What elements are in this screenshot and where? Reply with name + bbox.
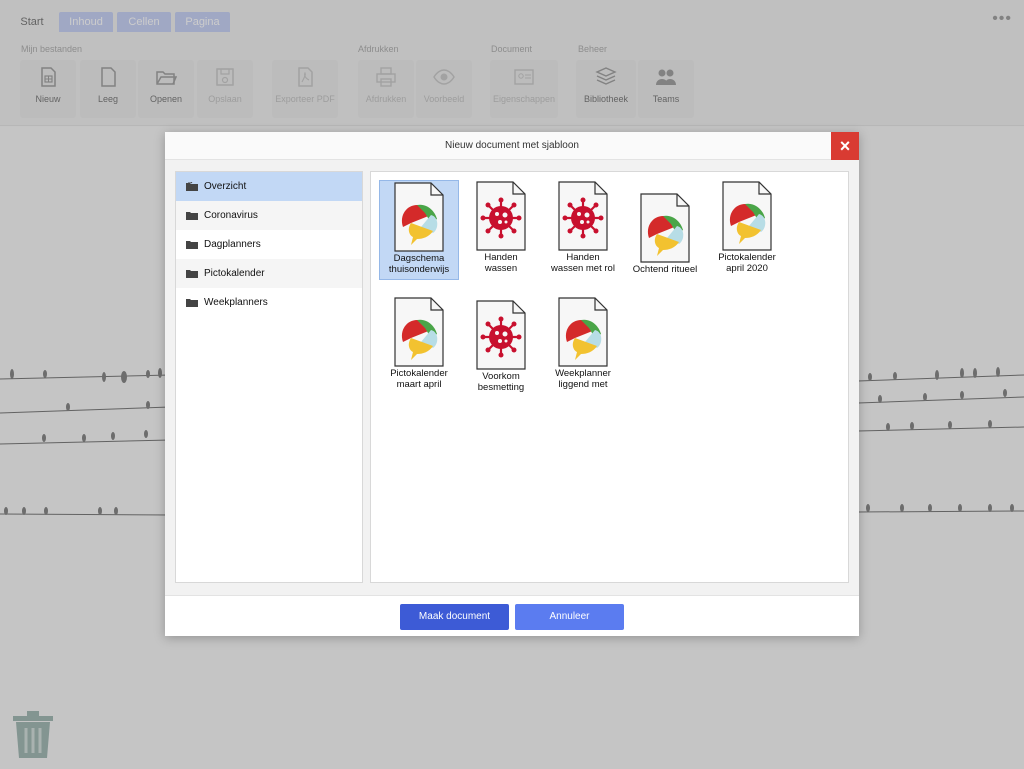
category-list: Overzicht Coronavirus Dagplanners Pictok… [175, 171, 363, 583]
category-coronavirus[interactable]: Coronavirus [176, 201, 362, 230]
speech-bubble-icon [394, 297, 444, 367]
dialog-header: Nieuw document met sjabloon × [165, 132, 859, 160]
template-label: Voorkom [482, 371, 520, 382]
template-weekplanner-liggend-met[interactable]: Weekplanner liggend met [543, 296, 623, 396]
speech-bubble-icon [558, 297, 608, 367]
template-label: april 2020 [726, 263, 768, 274]
category-label: Dagplanners [204, 239, 261, 250]
virus-icon [476, 300, 526, 370]
folder-icon [186, 182, 198, 191]
template-label: Pictokalender [718, 252, 776, 263]
folder-icon [186, 299, 198, 307]
category-dagplanners[interactable]: Dagplanners [176, 230, 362, 259]
dialog-title: Nieuw document met sjabloon [445, 140, 579, 151]
folder-icon [186, 241, 198, 249]
template-label: Handen [484, 252, 518, 263]
template-label: liggend met [558, 379, 608, 390]
folder-icon [186, 270, 198, 278]
template-pictokalender-april-2020[interactable]: Pictokalender april 2020 [707, 180, 787, 280]
virus-icon [476, 181, 526, 251]
template-label: Ochtend ritueel [632, 264, 698, 275]
create-document-button[interactable]: Maak document [400, 604, 509, 630]
template-label: Pictokalender [390, 368, 448, 379]
template-label: Dagschema [393, 253, 445, 264]
template-label: wassen [484, 263, 518, 274]
category-pictokalender[interactable]: Pictokalender [176, 259, 362, 288]
dialog-footer: Maak document Annuleer [165, 595, 859, 636]
template-label: Handen [566, 252, 600, 263]
folder-icon [186, 212, 198, 220]
template-handen-wassen-met-rol[interactable]: Handen wassen met rol [543, 180, 623, 280]
category-label: Weekplanners [204, 297, 268, 308]
new-document-dialog: Nieuw document met sjabloon × Overzicht … [165, 132, 859, 636]
template-label: maart april [396, 379, 442, 390]
template-label: wassen met rol [551, 263, 615, 274]
speech-bubble-icon [722, 181, 772, 251]
category-label: Coronavirus [204, 210, 258, 221]
speech-bubble-icon [640, 193, 690, 263]
template-label: thuisonderwijs [388, 264, 450, 275]
close-icon[interactable]: × [831, 132, 859, 160]
category-label: Pictokalender [204, 268, 265, 279]
speech-bubble-icon [394, 182, 444, 252]
category-label: Overzicht [204, 181, 247, 192]
category-weekplanners[interactable]: Weekplanners [176, 288, 362, 317]
template-voorkom-besmetting[interactable]: Voorkom besmetting [461, 296, 541, 396]
template-dagschema-thuisonderwijs[interactable]: Dagschema thuisonderwijs [379, 180, 459, 280]
cancel-button[interactable]: Annuleer [515, 604, 624, 630]
template-grid: Dagschema thuisonderwijs Handen wassen H… [370, 171, 849, 583]
template-ochtend-ritueel[interactable]: Ochtend ritueel [625, 180, 705, 280]
virus-icon [558, 181, 608, 251]
category-overzicht[interactable]: Overzicht [176, 172, 362, 201]
template-label: besmetting [477, 382, 525, 393]
template-pictokalender-maart-april[interactable]: Pictokalender maart april [379, 296, 459, 396]
template-label: Weekplanner [555, 368, 611, 379]
template-handen-wassen[interactable]: Handen wassen [461, 180, 541, 280]
